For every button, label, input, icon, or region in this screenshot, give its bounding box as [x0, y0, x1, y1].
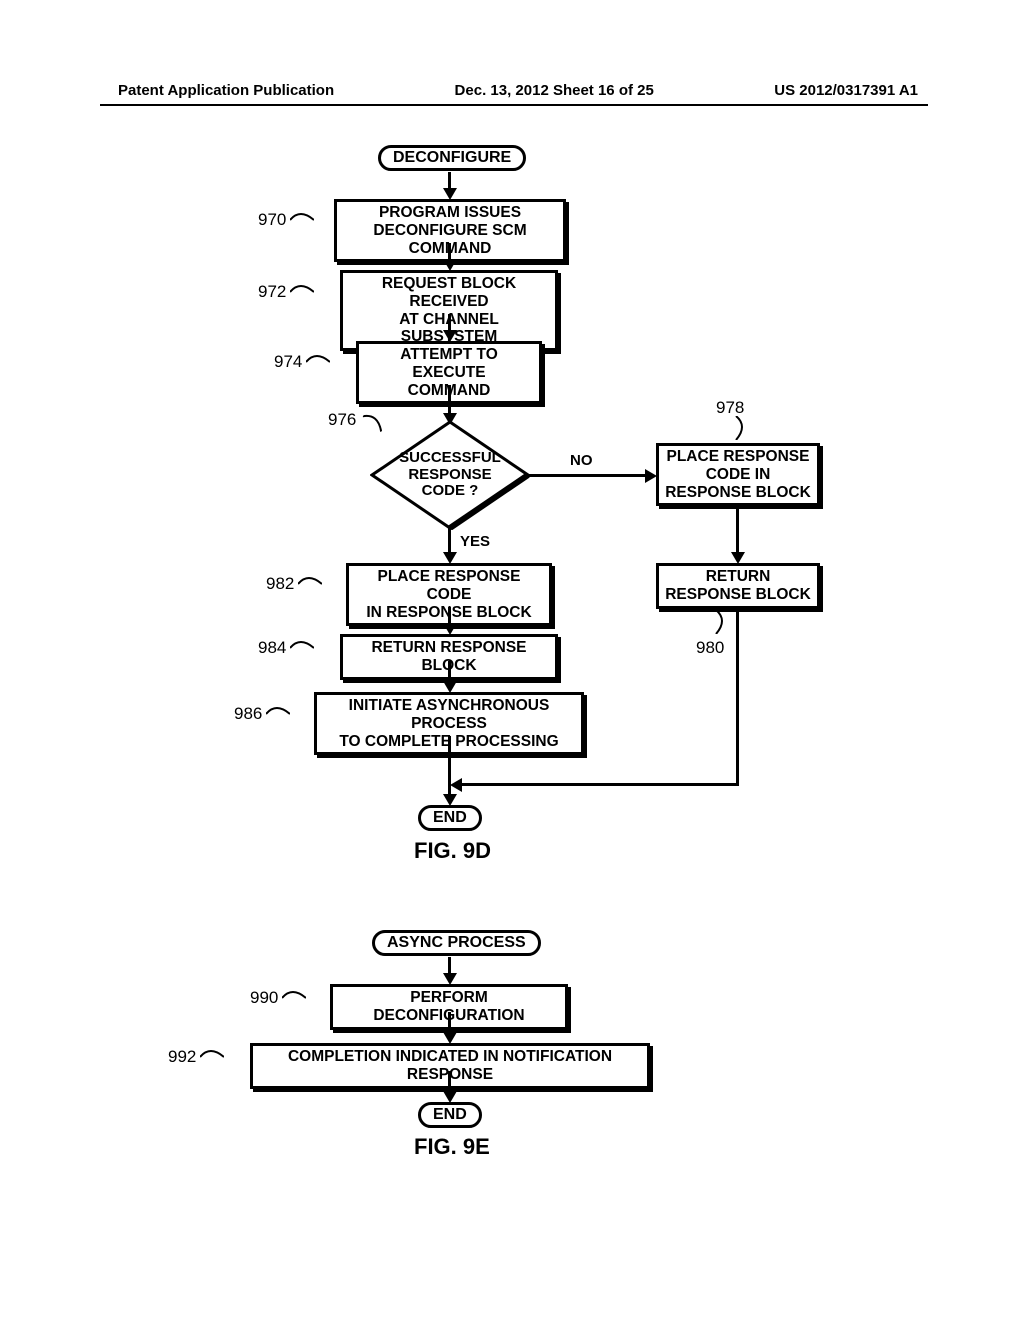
terminator-end-9d: END	[418, 805, 482, 831]
ref-980: 980	[696, 638, 724, 658]
header-right: US 2012/0317391 A1	[774, 82, 918, 99]
ref-leader-icon	[282, 990, 306, 1006]
arrow	[448, 1071, 451, 1093]
terminator-async: ASYNC PROCESS	[372, 930, 541, 956]
decision-976: SUCCESSFUL RESPONSE CODE ?	[370, 420, 530, 530]
arrow	[736, 607, 739, 785]
ref-976: 976	[328, 410, 356, 430]
ref-982: 982	[266, 574, 294, 594]
ref-leader-icon	[290, 284, 314, 300]
terminator-end-9e-label: END	[433, 1106, 467, 1123]
ref-leader-icon	[306, 354, 330, 370]
arrow	[448, 736, 451, 796]
header-center: Dec. 13, 2012 Sheet 16 of 25	[455, 82, 654, 99]
ref-leader-icon	[200, 1049, 224, 1065]
decision-976-text: SUCCESSFUL RESPONSE CODE ?	[399, 450, 501, 500]
arrow	[448, 526, 451, 554]
terminator-deconfigure-label: DECONFIGURE	[393, 149, 511, 166]
edge-label-no: NO	[570, 452, 593, 469]
edge-label-yes: YES	[460, 533, 490, 550]
terminator-async-label: ASYNC PROCESS	[387, 934, 526, 951]
process-980: RETURN RESPONSE BLOCK	[656, 563, 820, 609]
process-980-text: RETURN RESPONSE BLOCK	[665, 568, 811, 603]
ref-leader-icon	[290, 212, 314, 228]
ref-992: 992	[168, 1047, 196, 1067]
ref-leader-icon	[728, 416, 744, 440]
ref-986: 986	[234, 704, 262, 724]
arrow	[448, 1012, 451, 1034]
ref-990: 990	[250, 988, 278, 1008]
ref-974: 974	[274, 352, 302, 372]
ref-984: 984	[258, 638, 286, 658]
figure-label-9e: FIG. 9E	[414, 1134, 490, 1160]
arrow	[448, 661, 451, 683]
ref-leader-icon	[290, 640, 314, 656]
process-978: PLACE RESPONSE CODE IN RESPONSE BLOCK	[656, 443, 820, 506]
arrow	[527, 474, 647, 477]
arrow	[448, 385, 451, 415]
terminator-end-9d-label: END	[433, 809, 467, 826]
arrow	[736, 504, 739, 554]
ref-leader-icon	[266, 706, 290, 722]
ref-972: 972	[258, 282, 286, 302]
header-left: Patent Application Publication	[118, 82, 334, 99]
ref-970: 970	[258, 210, 286, 230]
arrow	[460, 783, 739, 786]
arrowhead-left-icon	[450, 778, 462, 792]
ref-leader-icon	[708, 610, 724, 634]
figure-label-9d: FIG. 9D	[414, 838, 491, 864]
ref-leader-icon	[298, 576, 322, 592]
terminator-deconfigure: DECONFIGURE	[378, 145, 526, 171]
header-rule	[100, 104, 928, 106]
process-978-text: PLACE RESPONSE CODE IN RESPONSE BLOCK	[665, 448, 811, 501]
ref-978: 978	[716, 398, 744, 418]
page-header: Patent Application Publication Dec. 13, …	[0, 82, 1024, 99]
terminator-end-9e: END	[418, 1102, 482, 1128]
